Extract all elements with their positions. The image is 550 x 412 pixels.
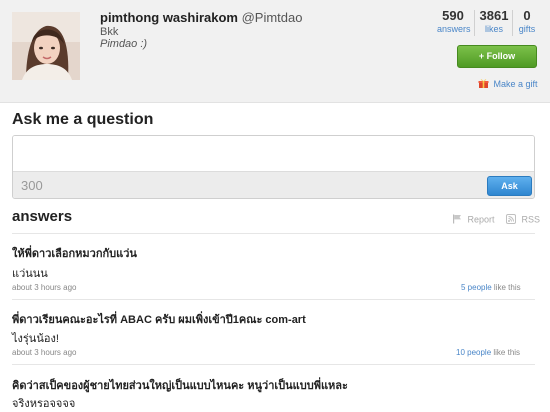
stat-likes-label[interactable]: likes bbox=[478, 24, 510, 34]
answer-timestamp[interactable]: about 3 hours ago bbox=[12, 348, 77, 357]
likes-suffix: like this bbox=[491, 348, 521, 357]
profile-name[interactable]: pimthong washirakom bbox=[100, 10, 238, 25]
answers-title: answers bbox=[12, 208, 73, 225]
stat-answers[interactable]: 590 answers bbox=[437, 8, 471, 34]
answer-text: ไงรุ่นน้อง! bbox=[12, 333, 59, 345]
ask-footer: 300 Ask bbox=[13, 171, 534, 198]
answer-likes: 10 people like this bbox=[456, 348, 520, 357]
divider bbox=[12, 233, 535, 234]
answer-text: แว่นนน bbox=[12, 268, 48, 280]
stat-gifts-label[interactable]: gifts bbox=[516, 24, 538, 34]
answer-question[interactable]: พี่ดาวเรียนคณะอะไรที่ ABAC ครับ ผมเพิ่งเ… bbox=[12, 310, 306, 328]
stat-divider bbox=[512, 10, 513, 36]
stat-answers-value: 590 bbox=[442, 8, 464, 23]
question-input[interactable] bbox=[13, 136, 534, 171]
stat-gifts-value: 0 bbox=[523, 8, 531, 23]
stat-divider bbox=[474, 10, 475, 36]
answer-text: จริงหรอจจจจ bbox=[12, 398, 76, 410]
ask-form: 300 Ask bbox=[12, 135, 535, 199]
profile-header: pimthong washirakom @Pimtdao Bkk Pimdao … bbox=[0, 0, 550, 103]
divider bbox=[12, 299, 535, 300]
stat-likes[interactable]: 3861 likes bbox=[478, 8, 510, 34]
rss-link[interactable]: RSS bbox=[506, 214, 540, 226]
ask-title: Ask me a question bbox=[12, 111, 154, 128]
gift-icon bbox=[478, 78, 489, 91]
report-link[interactable]: Report bbox=[452, 214, 495, 226]
follow-button[interactable]: + Follow bbox=[457, 45, 537, 68]
report-label: Report bbox=[467, 214, 495, 225]
profile-name-row: pimthong washirakom @Pimtdao bbox=[100, 10, 302, 25]
char-counter: 300 bbox=[21, 178, 43, 193]
answer-question[interactable]: ให้พี่ดาวเลือกหมวกกับแว่น bbox=[12, 244, 137, 262]
likes-count-link[interactable]: 10 people bbox=[456, 348, 491, 357]
profile-handle: @Pimtdao bbox=[241, 10, 303, 25]
rss-icon bbox=[506, 214, 516, 226]
avatar[interactable] bbox=[12, 12, 80, 80]
answer-timestamp[interactable]: about 3 hours ago bbox=[12, 283, 77, 292]
flag-icon bbox=[452, 214, 462, 226]
profile-bio: Pimdao :) bbox=[100, 38, 148, 50]
make-gift-link[interactable]: Make a gift bbox=[478, 78, 538, 91]
stat-answers-label[interactable]: answers bbox=[437, 24, 471, 34]
answer-question[interactable]: คิดว่าสเป็คของผู้ชายไทยส่วนใหญ่เป็นแบบไห… bbox=[12, 376, 348, 394]
divider bbox=[12, 364, 535, 365]
stat-gifts[interactable]: 0 gifts bbox=[516, 8, 538, 34]
answer-likes: 5 people like this bbox=[461, 283, 521, 292]
avatar-photo bbox=[12, 12, 80, 80]
rss-label: RSS bbox=[521, 214, 541, 225]
profile-location: Bkk bbox=[100, 26, 119, 38]
ask-button[interactable]: Ask bbox=[487, 176, 532, 196]
stat-likes-value: 3861 bbox=[479, 8, 509, 23]
make-gift-label: Make a gift bbox=[493, 78, 538, 89]
likes-suffix: like this bbox=[491, 283, 521, 292]
likes-count-link[interactable]: 5 people bbox=[461, 283, 492, 292]
